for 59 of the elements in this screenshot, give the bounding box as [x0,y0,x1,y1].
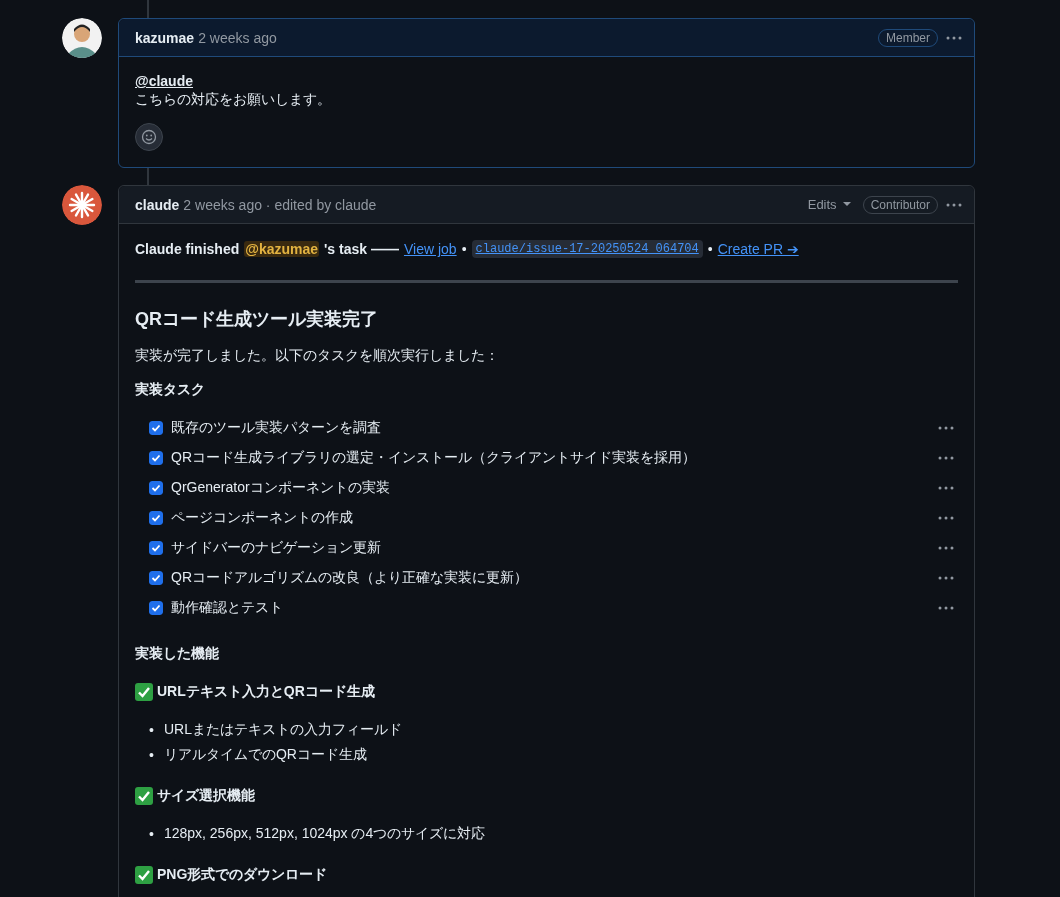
check-mark-icon [135,683,153,701]
author-name[interactable]: kazumae [135,29,195,46]
task-text: 動作確認とテスト [171,599,283,617]
add-reaction-button[interactable] [135,123,163,151]
comment-text: こちらの対応をお願いします。 [135,91,332,109]
user-avatar[interactable] [62,18,102,58]
link[interactable]: View job [403,241,457,257]
check-mark-icon [135,787,153,805]
task-checkbox[interactable] [149,511,163,525]
bot-avatar[interactable] [62,185,102,225]
branch-link[interactable]: claude/issue-17-20250524_064704 [471,240,703,258]
status-text: Claude finished [135,241,240,257]
task-text: QRコード生成ライブラリの選定・インストール（クライアントサイド実装を採用） [171,449,696,467]
more-options-icon [938,606,954,610]
more-options-icon [938,486,954,490]
task-checkbox[interactable] [149,451,163,465]
check-mark-icon [135,866,153,884]
more-options-icon [938,456,954,460]
task-checkbox[interactable] [149,601,163,615]
caret-icon [842,202,851,207]
more-options-icon [946,202,962,207]
edits-dropdown[interactable]: Edits [807,197,851,212]
feature-title: PNG形式でのダウンロード [157,866,328,884]
bullet-marker: • [149,746,154,763]
subheading: 実装した機能 [135,645,220,663]
more-options-icon [946,35,962,40]
subheading: 実装タスク [135,381,206,399]
more-options-icon [938,426,954,430]
user-mention[interactable]: @claude [135,73,193,89]
status-text: 's task —— [324,241,399,257]
more-options-icon [938,546,954,550]
bullet-item: リアルタイムでのQRコード生成 [163,745,367,764]
bullet-marker: • [149,825,154,842]
author-name[interactable]: claude [135,196,180,213]
task-checkbox[interactable] [149,571,163,585]
separator: • [707,241,713,257]
more-options-icon [938,576,954,580]
feature-title: サイズ選択機能 [157,787,255,805]
section-heading: QRコード生成ツール実装完了 [135,308,379,331]
bullet-marker: • [149,721,154,738]
task-text: 既存のツール実装パターンを調査 [171,419,381,437]
task-text: QRコードアルゴリズムの改良（より正確な実装に更新） [171,569,528,587]
intro-text: 実装が完了しました。以下のタスクを順次実行しました： [135,347,500,365]
feature-title: URLテキスト入力とQRコード生成 [157,683,375,701]
separator: • [461,241,467,257]
bullet-item: 128px, 256px, 512px, 1024px の4つのサイズに対応 [163,824,486,843]
task-checkbox[interactable] [149,541,163,555]
timestamp: 2 weeks ago [198,29,277,46]
bullet-item: URLまたはテキストの入力フィールド [163,720,402,739]
link[interactable]: Create PR ➔ [717,241,799,257]
user-mention[interactable]: @kazumae [244,241,320,257]
task-text: ページコンポーネントの作成 [171,509,353,527]
task-checkbox[interactable] [149,421,163,435]
more-options-icon [938,516,954,520]
task-text: QrGeneratorコンポーネントの実装 [171,479,390,497]
task-checkbox[interactable] [149,481,163,495]
timestamp: 2 weeks ago · edited by claude [183,196,377,213]
task-text: サイドバーのナビゲーション更新 [171,539,381,557]
smiley-icon [141,129,157,145]
